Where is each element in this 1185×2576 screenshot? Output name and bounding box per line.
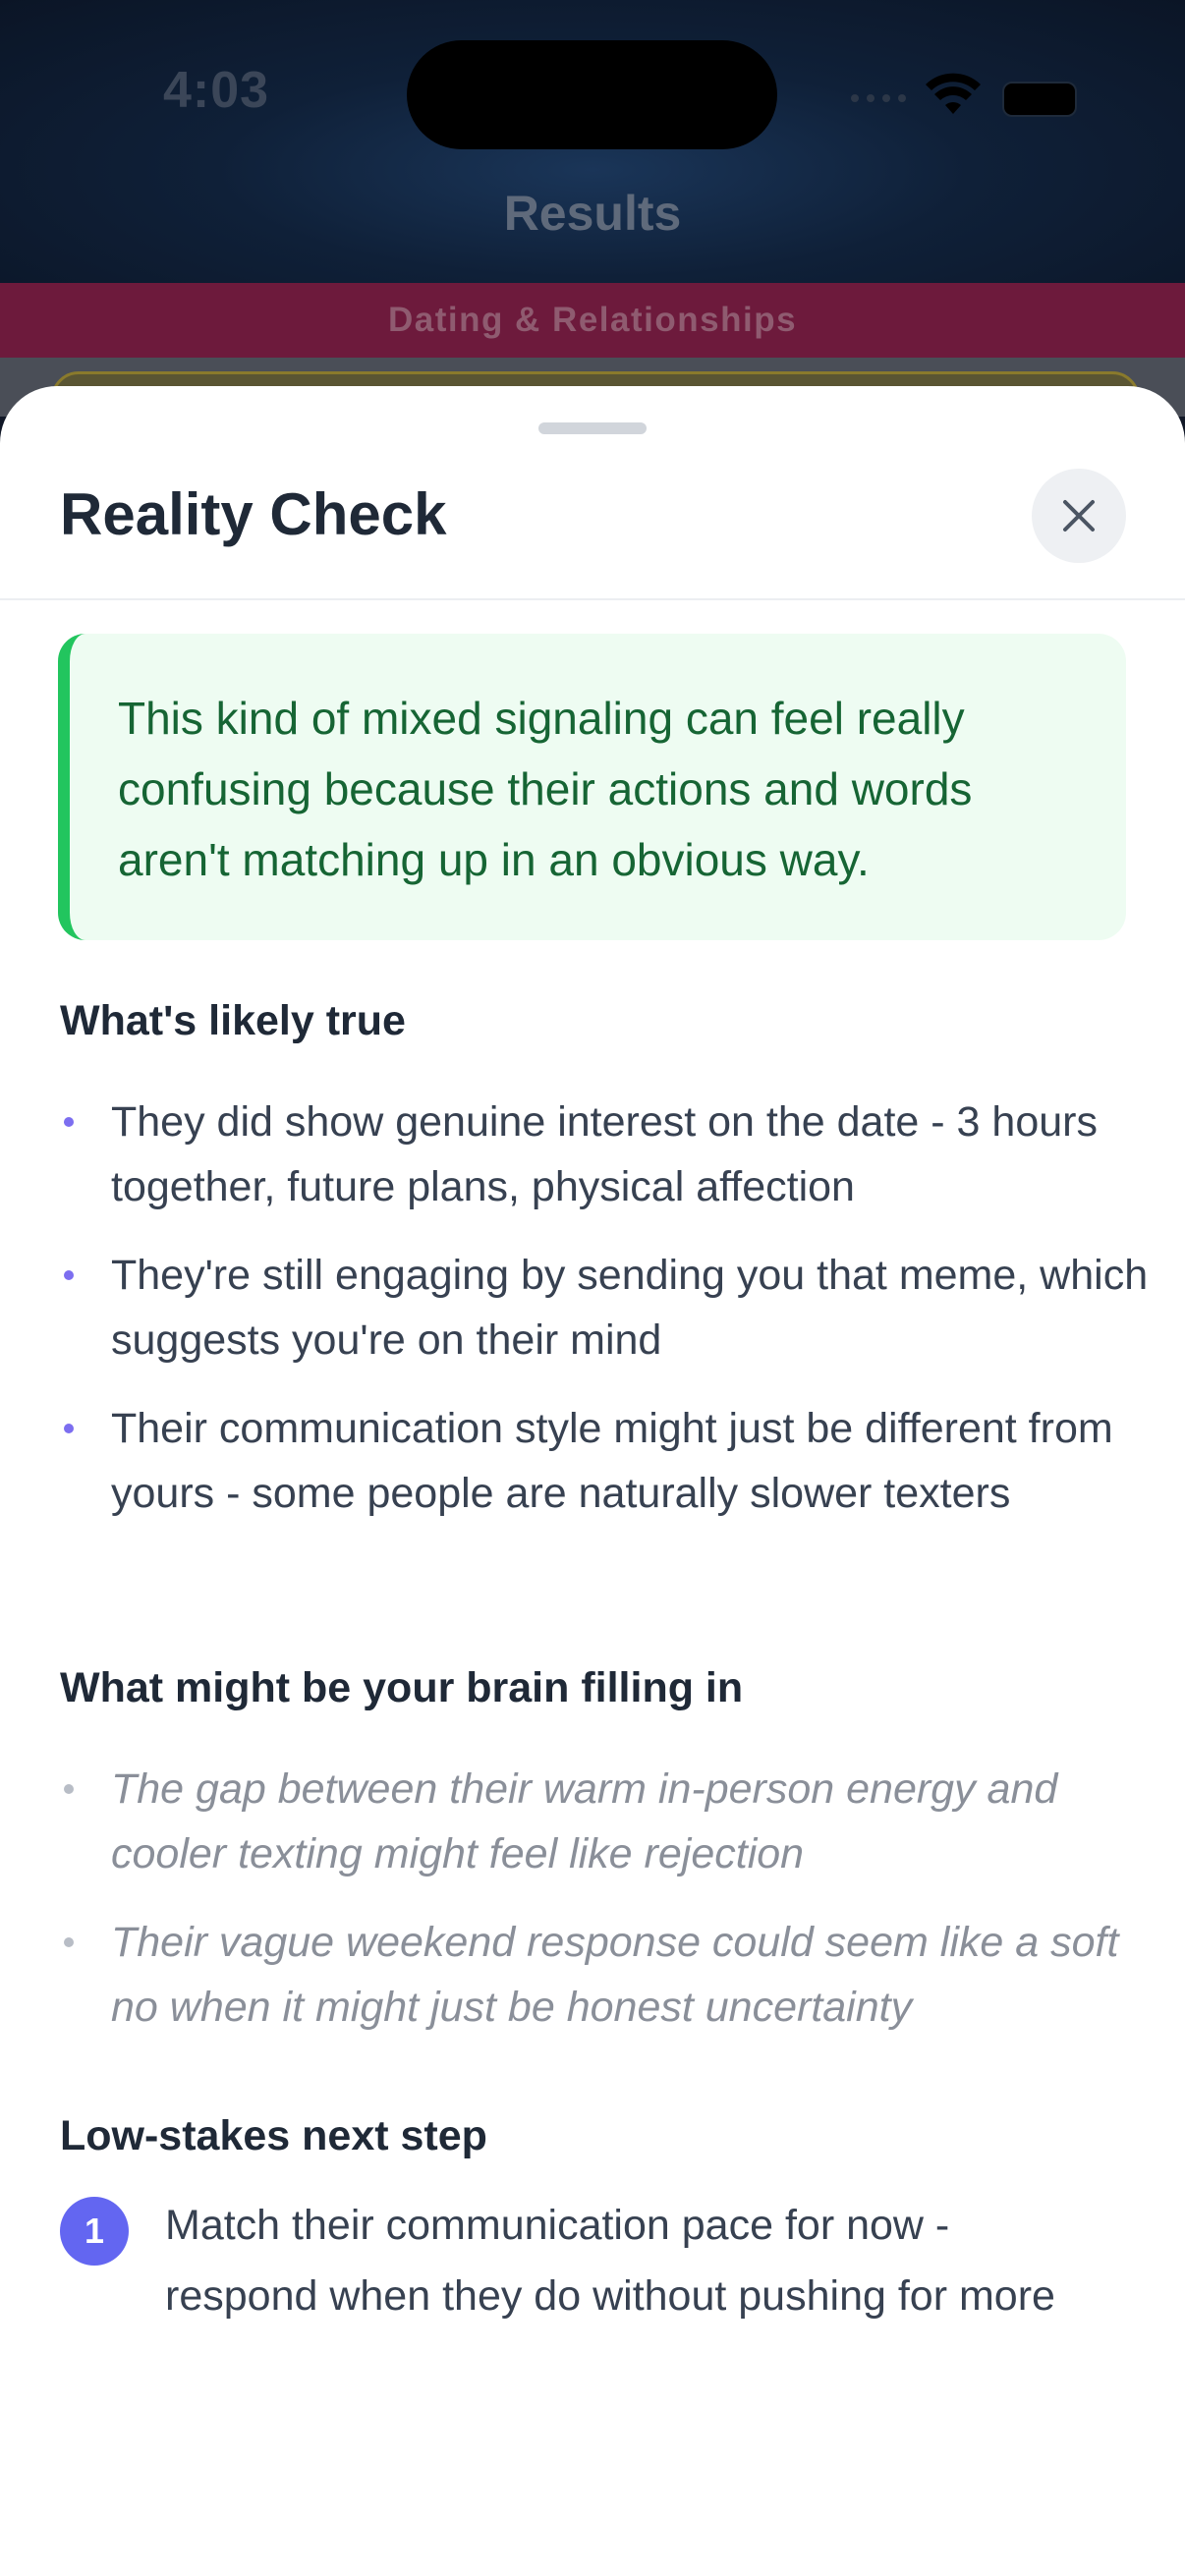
- sheet-grabber[interactable]: [538, 422, 647, 434]
- bullet-dot: [64, 1937, 74, 1947]
- close-button[interactable]: [1032, 469, 1126, 563]
- cellular-signal-icon: [851, 94, 906, 102]
- likely-true-heading: What's likely true: [60, 997, 406, 1044]
- list-item-text: They're still engaging by sending you th…: [111, 1252, 1149, 1364]
- step-text: Match their communication pace for now -…: [165, 2202, 1055, 2320]
- bullet-dot: [64, 1424, 74, 1433]
- summary-callout: This kind of mixed signaling can feel re…: [58, 634, 1126, 940]
- brain-filling-heading: What might be your brain filling in: [60, 1664, 744, 1711]
- bullet-dot: [64, 1117, 74, 1127]
- page-title: Results: [503, 186, 682, 241]
- sheet-title: Reality Check: [60, 481, 447, 547]
- bullet-dot: [64, 1270, 74, 1280]
- list-item-text: Their communication style might just be …: [111, 1405, 1113, 1517]
- category-banner: Dating & Relationships: [0, 283, 1185, 358]
- close-icon: [1063, 500, 1095, 532]
- wifi-icon: [926, 73, 981, 114]
- next-step-heading: Low-stakes next step: [60, 2112, 487, 2159]
- header-divider: [0, 598, 1185, 600]
- bullet-dot: [64, 1784, 74, 1794]
- app-header-background: 4:03 Results: [0, 0, 1185, 283]
- battery-icon: [1002, 82, 1077, 117]
- list-item-text: Their vague weekend response could seem …: [111, 1919, 1119, 2031]
- dynamic-island: [407, 40, 777, 149]
- callout-text: This kind of mixed signaling can feel re…: [118, 693, 973, 885]
- list-item-text: They did show genuine interest on the da…: [111, 1098, 1098, 1210]
- step-number-badge: 1: [60, 2197, 129, 2266]
- list-item-text: The gap between their warm in-person ene…: [111, 1765, 1058, 1877]
- status-time: 4:03: [163, 62, 270, 119]
- reality-check-sheet: Reality Check This kind of mixed signali…: [0, 386, 1185, 2576]
